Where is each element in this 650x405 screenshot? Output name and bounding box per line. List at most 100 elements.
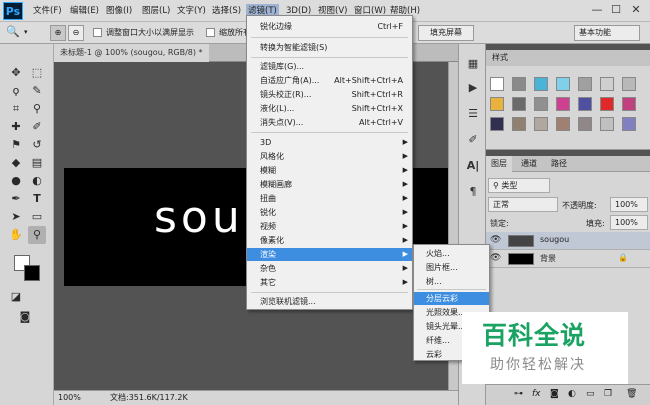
menu-item-other[interactable]: 其它 ▶ <box>247 276 412 289</box>
opacity-input[interactable]: 100% <box>610 197 648 212</box>
submenu-item-picture-frame[interactable]: 图片框... <box>414 261 489 274</box>
pen-tool-icon[interactable]: ✒ <box>7 190 25 208</box>
style-swatch[interactable] <box>534 97 548 111</box>
eraser-tool-icon[interactable]: ◆ <box>7 154 25 172</box>
add-mask-icon[interactable]: ◙ <box>550 389 559 399</box>
zoom-in-icon[interactable]: ⊕ <box>50 25 66 41</box>
hand-tool-icon[interactable]: ✋ <box>7 226 25 244</box>
maximize-icon[interactable]: ☐ <box>607 2 625 18</box>
eye-icon[interactable]: 👁 <box>490 235 501 245</box>
menu-item-noise[interactable]: 杂色 ▶ <box>247 262 412 275</box>
minimize-icon[interactable]: — <box>588 2 606 18</box>
fx-icon[interactable]: fx <box>532 389 541 399</box>
style-swatch[interactable] <box>556 77 570 91</box>
paragraph-icon[interactable]: ¶ <box>465 184 481 200</box>
actions-icon[interactable]: ▶ <box>465 80 481 96</box>
dodge-tool-icon[interactable]: ◐ <box>28 172 46 190</box>
style-swatch[interactable] <box>622 117 636 131</box>
menu-type[interactable]: 文字(Y) <box>177 4 206 18</box>
menu-item-convert-smart[interactable]: 转换为智能滤镜(S) <box>247 41 412 54</box>
path-select-icon[interactable]: ➤ <box>7 208 25 226</box>
gradient-tool-icon[interactable]: ▤ <box>28 154 46 172</box>
default-colors-icon[interactable]: ◪ <box>7 288 25 306</box>
zoom-tool-icon[interactable]: 🔍 <box>6 25 20 38</box>
background-color-swatch[interactable] <box>24 265 40 281</box>
layer-row[interactable]: 👁 背景 🔒 <box>486 250 650 268</box>
resize-window-checkbox[interactable] <box>93 28 102 37</box>
menu-item-filter-gallery[interactable]: 滤镜库(G)... <box>247 60 412 73</box>
eyedropper-tool-icon[interactable]: ⚲ <box>28 100 46 118</box>
clone-stamp-icon[interactable]: ⚑ <box>7 136 25 154</box>
menu-item-liquify[interactable]: 液化(L)... Shift+Ctrl+X <box>247 102 412 115</box>
submenu-item-tree[interactable]: 树... <box>414 275 489 288</box>
history-brush-icon[interactable]: ↺ <box>28 136 46 154</box>
fill-screen-button[interactable]: 填充屏幕 <box>418 25 474 41</box>
style-swatch[interactable] <box>512 117 526 131</box>
style-swatch[interactable] <box>556 117 570 131</box>
submenu-item-flame[interactable]: 火焰... <box>414 247 489 260</box>
style-swatch[interactable] <box>490 97 504 111</box>
menu-select[interactable]: 选择(S) <box>212 4 241 18</box>
menu-item-video[interactable]: 视频 ▶ <box>247 220 412 233</box>
style-swatch[interactable] <box>578 77 592 91</box>
trash-icon[interactable]: 🗑 <box>626 389 637 399</box>
style-swatch[interactable] <box>600 97 614 111</box>
brush-settings-icon[interactable]: ✐ <box>465 132 481 148</box>
lasso-tool-icon[interactable]: ϙ <box>7 82 25 100</box>
menu-item-distort[interactable]: 扭曲 ▶ <box>247 192 412 205</box>
eye-icon[interactable]: 👁 <box>490 253 501 263</box>
menu-file[interactable]: 文件(F) <box>33 4 62 18</box>
style-swatch[interactable] <box>534 77 548 91</box>
history-icon[interactable]: ▦ <box>465 56 481 72</box>
tab-channels[interactable]: 通道 <box>516 156 542 172</box>
style-swatch[interactable] <box>556 97 570 111</box>
style-swatch[interactable] <box>490 117 504 131</box>
group-icon[interactable]: ▭ <box>586 389 595 399</box>
properties-icon[interactable]: ☰ <box>465 106 481 122</box>
menu-edit[interactable]: 编辑(E) <box>70 4 99 18</box>
close-icon[interactable]: ✕ <box>627 2 645 18</box>
style-swatch[interactable] <box>534 117 548 131</box>
style-swatch[interactable] <box>512 77 526 91</box>
menu-item-blur-gallery[interactable]: 模糊画廊 ▶ <box>247 178 412 191</box>
style-swatch[interactable] <box>600 117 614 131</box>
zoom-tool-icon[interactable]: ⚲ <box>28 226 46 244</box>
blur-tool-icon[interactable]: ● <box>7 172 25 190</box>
styles-tab[interactable]: 样式 <box>486 50 650 66</box>
menu-item-vanishing-point[interactable]: 消失点(V)... Alt+Ctrl+V <box>247 116 412 129</box>
menu-item-pixelate[interactable]: 像素化 ▶ <box>247 234 412 247</box>
layer-filter-select[interactable]: ⚲ 类型 <box>488 178 550 193</box>
tab-paths[interactable]: 路径 <box>546 156 572 172</box>
style-swatch[interactable] <box>578 97 592 111</box>
menu-item-browse-online[interactable]: 浏览联机滤镜... <box>247 295 412 308</box>
menu-item-sharpen[interactable]: 锐化 ▶ <box>247 206 412 219</box>
submenu-item-difference-clouds[interactable]: 分层云彩 <box>414 292 489 305</box>
document-tab[interactable]: 未标题-1 @ 100% (sougou, RGB/8) * <box>54 44 209 62</box>
character-icon[interactable]: A| <box>465 158 481 174</box>
quick-select-tool-icon[interactable]: ✎ <box>28 82 46 100</box>
quick-mask-icon[interactable]: ◙ <box>16 308 34 326</box>
style-swatch-none[interactable] <box>490 77 504 91</box>
tab-layers[interactable]: 图层 <box>486 156 512 172</box>
brush-tool-icon[interactable]: ✐ <box>28 118 46 136</box>
blend-mode-select[interactable]: 正常 <box>488 197 558 212</box>
healing-brush-icon[interactable]: ✚ <box>7 118 25 136</box>
menu-image[interactable]: 图像(I) <box>106 4 132 18</box>
menu-item-render[interactable]: 渲染 ▶ <box>247 248 412 261</box>
menu-item-lens-correction[interactable]: 镜头校正(R)... Shift+Ctrl+R <box>247 88 412 101</box>
link-layers-icon[interactable]: ⊶ <box>514 389 523 399</box>
shape-tool-icon[interactable]: ▭ <box>28 208 46 226</box>
zoom-level[interactable]: 100% <box>58 391 81 405</box>
menu-layer[interactable]: 图层(L) <box>142 4 170 18</box>
style-swatch[interactable] <box>622 77 636 91</box>
move-tool-icon[interactable]: ✥ <box>7 64 25 82</box>
chevron-down-icon[interactable]: ▾ <box>24 28 28 36</box>
type-tool-icon[interactable]: T <box>28 190 46 208</box>
menu-item-last-filter[interactable]: 锐化边缘 Ctrl+F <box>247 20 412 33</box>
style-swatch[interactable] <box>578 117 592 131</box>
crop-tool-icon[interactable]: ⌗ <box>7 100 25 118</box>
zoom-all-checkbox[interactable] <box>206 28 215 37</box>
menu-item-adaptive-wide[interactable]: 自适应广角(A)... Alt+Shift+Ctrl+A <box>247 74 412 87</box>
menu-item-stylize[interactable]: 风格化 ▶ <box>247 150 412 163</box>
menu-item-blur[interactable]: 模糊 ▶ <box>247 164 412 177</box>
